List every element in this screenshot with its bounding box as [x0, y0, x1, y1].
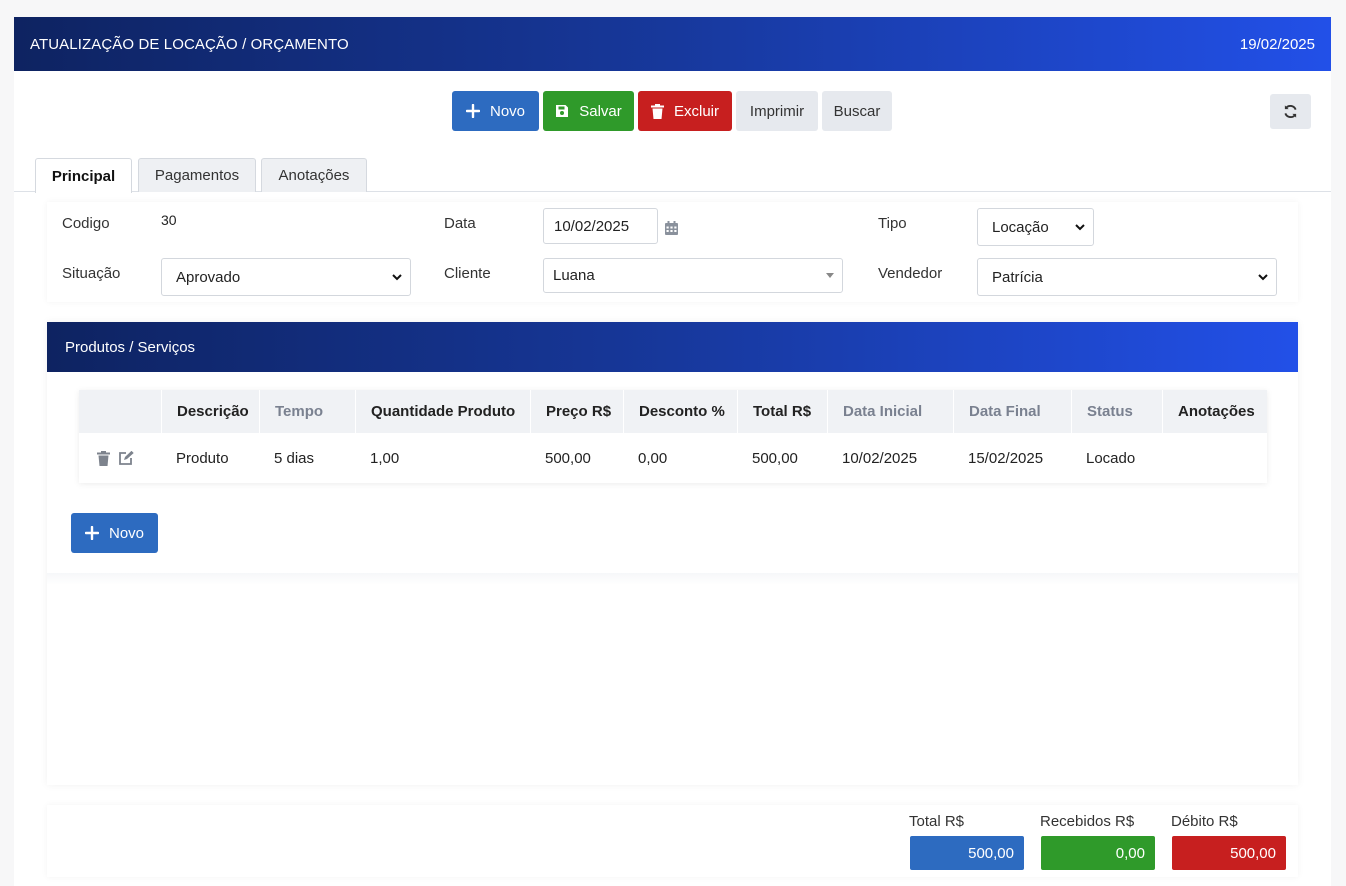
total-value: 500,00: [910, 836, 1024, 870]
trash-icon: [650, 103, 664, 119]
add-produto-button-label: Novo: [108, 524, 145, 542]
cliente-label: Cliente: [444, 265, 491, 282]
header-date: 19/02/2025: [1239, 35, 1315, 53]
cell-tempo: 5 dias: [274, 449, 315, 467]
chevron-down-icon: [392, 273, 402, 281]
debito-label: Débito R$: [1171, 813, 1238, 830]
produtos-grid: Descrição Tempo Quantidade Produto Preço…: [79, 390, 1267, 483]
plus-icon: [84, 526, 99, 540]
vendedor-select[interactable]: Patrícia: [977, 258, 1277, 296]
add-produto-button[interactable]: Novo: [71, 513, 158, 553]
cliente-select[interactable]: Luana: [543, 258, 843, 293]
cell-total: 500,00: [752, 449, 798, 467]
trash-icon[interactable]: [97, 450, 110, 466]
situacao-select[interactable]: Aprovado: [161, 258, 411, 296]
codigo-label: Codigo: [62, 215, 110, 232]
grid-header-anotacoes[interactable]: Anotações: [1162, 390, 1267, 433]
produtos-section: Produtos / Serviços Descrição Tempo Quan…: [47, 322, 1298, 785]
cell-data-inicial: 10/02/2025: [842, 449, 918, 467]
cell-preco: 500,00: [545, 449, 591, 467]
page-frame: ATUALIZAÇÃO DE LOCAÇÃO / ORÇAMENTO 19/02…: [14, 17, 1331, 886]
calendar-icon[interactable]: [665, 221, 678, 235]
grid-header-descricao[interactable]: Descrição: [161, 390, 259, 433]
page-title: ATUALIZAÇÃO DE LOCAÇÃO / ORÇAMENTO: [30, 35, 349, 53]
excluir-button[interactable]: Excluir: [638, 91, 732, 131]
grid-header-row: Descrição Tempo Quantidade Produto Preço…: [79, 390, 1267, 433]
grid-header-tempo[interactable]: Tempo: [259, 390, 355, 433]
excluir-button-label: Excluir: [673, 102, 719, 120]
cliente-select-value: Luana: [553, 267, 595, 284]
grid-header-preco[interactable]: Preço R$: [530, 390, 623, 433]
cell-data-final: 15/02/2025: [968, 449, 1044, 467]
vendedor-label: Vendedor: [878, 265, 943, 282]
grid-header-data-final[interactable]: Data Final: [953, 390, 1071, 433]
novo-button-label: Novo: [489, 102, 526, 120]
salvar-button-label: Salvar: [579, 102, 622, 120]
data-field[interactable]: 10/02/2025: [543, 208, 658, 244]
recebidos-label: Recebidos R$: [1040, 813, 1135, 830]
tab-bar: Principal Pagamentos Anotações: [14, 158, 1331, 193]
table-row-actions: [79, 433, 161, 483]
debito-value: 500,00: [1172, 836, 1286, 870]
chevron-down-icon: [1258, 273, 1268, 281]
data-field-value: 10/02/2025: [554, 217, 630, 235]
cell-desconto: 0,00: [638, 449, 668, 467]
tipo-select-value: Locação: [992, 218, 1049, 236]
tipo-select[interactable]: Locação: [977, 208, 1094, 246]
edit-icon[interactable]: [118, 450, 134, 466]
grid-header-actions: [79, 390, 161, 433]
produtos-section-header: Produtos / Serviços: [47, 322, 1298, 372]
tab-pagamentos[interactable]: Pagamentos: [138, 158, 256, 192]
salvar-button[interactable]: Salvar: [543, 91, 634, 131]
grid-header-quantidade[interactable]: Quantidade Produto: [355, 390, 530, 433]
buscar-button[interactable]: Buscar: [822, 91, 892, 131]
tab-anotacoes[interactable]: Anotações: [261, 158, 367, 192]
totals-card: Total R$ 500,00 Recebidos R$ 0,00 Débito…: [47, 805, 1298, 877]
chevron-down-icon: [1075, 223, 1085, 231]
tab-pagamentos-label: Pagamentos: [154, 167, 240, 184]
refresh-icon: [1283, 104, 1298, 119]
recebidos-value: 0,00: [1041, 836, 1155, 870]
situacao-select-value: Aprovado: [176, 268, 241, 286]
vendedor-select-value: Patrícia: [992, 268, 1043, 286]
section-divider: [47, 573, 1298, 585]
imprimir-button-label: Imprimir: [749, 102, 805, 120]
tab-principal[interactable]: Principal: [35, 158, 132, 193]
save-icon: [555, 104, 569, 118]
refresh-button[interactable]: [1270, 94, 1311, 129]
form-card: Codigo 30 Data 10/02/2025 Tipo Locação S…: [47, 202, 1298, 302]
grid-header-status[interactable]: Status: [1071, 390, 1162, 433]
grid-header-data-inicial[interactable]: Data Inicial: [827, 390, 953, 433]
cell-anotacoes: [1162, 433, 1267, 483]
grid-header-desconto[interactable]: Desconto %: [623, 390, 737, 433]
imprimir-button[interactable]: Imprimir: [736, 91, 818, 131]
novo-button[interactable]: Novo: [452, 91, 539, 131]
cell-status: Locado: [1086, 449, 1136, 467]
tab-principal-label: Principal: [51, 167, 116, 185]
tab-anotacoes-label: Anotações: [278, 167, 350, 184]
cell-quantidade: 1,00: [370, 449, 400, 467]
buscar-button-label: Buscar: [833, 102, 881, 120]
grid-header-total[interactable]: Total R$: [737, 390, 827, 433]
tipo-label: Tipo: [878, 215, 907, 232]
top-header: ATUALIZAÇÃO DE LOCAÇÃO / ORÇAMENTO 19/02…: [14, 17, 1331, 71]
codigo-value: 30: [161, 212, 177, 228]
total-label: Total R$: [909, 813, 965, 830]
cell-descricao: Produto: [176, 449, 229, 467]
produtos-section-title: Produtos / Serviços: [65, 338, 196, 356]
plus-icon: [465, 104, 480, 118]
situacao-label: Situação: [62, 265, 121, 282]
data-label: Data: [444, 215, 476, 232]
caret-down-icon: [826, 273, 834, 278]
